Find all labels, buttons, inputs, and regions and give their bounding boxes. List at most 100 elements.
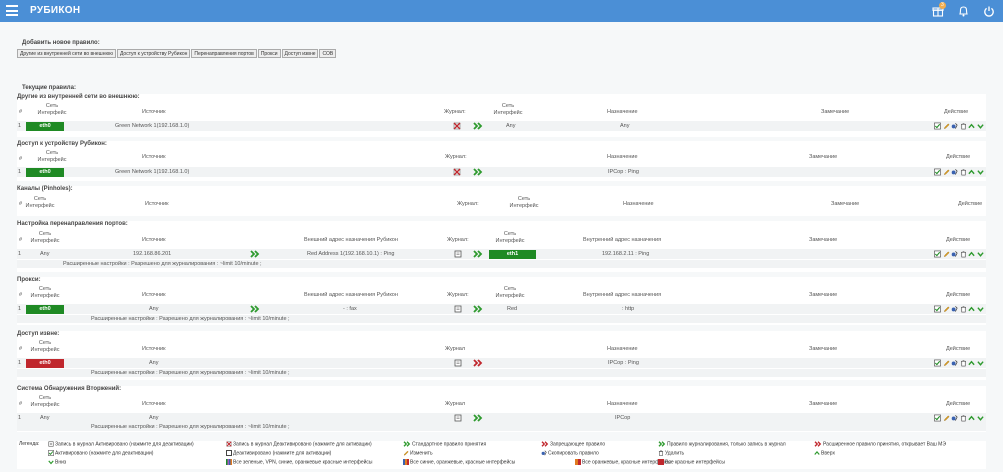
edit-icon[interactable] (943, 250, 950, 258)
log-enabled-icon[interactable] (454, 359, 462, 367)
legend-item: Деактивировано (нажмите для активации) (226, 450, 331, 457)
accept-arrow-icon (250, 250, 260, 258)
delete-icon[interactable] (960, 305, 967, 313)
enable-checkbox-icon[interactable] (934, 250, 941, 258)
row-num: 1 (18, 123, 22, 129)
move-down-icon[interactable] (977, 305, 984, 313)
delete-icon[interactable] (960, 168, 967, 176)
row-int-dst: 192.168.2.11 : Ping (602, 251, 650, 257)
row-actions (934, 250, 984, 258)
copy-icon[interactable] (951, 305, 958, 313)
col-source: Источник (142, 346, 166, 352)
row-source: Green Network 1(192.168.1.0) (115, 123, 190, 129)
move-down-icon[interactable] (977, 122, 984, 130)
enable-checkbox-icon[interactable] (934, 305, 941, 313)
add-outgoing-button[interactable]: Другие из внутренней сети во внешнюю (17, 49, 116, 58)
row-dest: Any (620, 123, 630, 129)
deny-arrow-icon (473, 359, 483, 367)
edit-icon[interactable] (943, 122, 950, 130)
row-actions (934, 414, 984, 422)
enable-checkbox-icon[interactable] (934, 168, 941, 176)
add-proxy-button[interactable]: Прокси (257, 49, 281, 58)
log-enabled-icon[interactable] (454, 250, 462, 258)
table-row: 1 eth0 Green Network 1(192.168.1.0) IPCo… (17, 167, 986, 177)
move-up-icon[interactable] (968, 250, 975, 258)
section-title: Каналы (Pinholes): (17, 186, 73, 192)
edit-icon[interactable] (943, 168, 950, 176)
move-down-icon (48, 459, 54, 465)
col-source: Источник (145, 201, 169, 207)
row-source: Any (149, 360, 159, 366)
edit-icon[interactable] (943, 359, 950, 367)
accept-arrow-icon (403, 441, 411, 447)
log-enabled-icon (48, 441, 54, 447)
move-down-icon[interactable] (977, 414, 984, 422)
all-interfaces-icon (226, 459, 232, 465)
delete-icon[interactable] (960, 250, 967, 258)
section-proxy: Прокси: # Сеть Интерфейс Источник Внешний… (17, 277, 986, 325)
col-iface: Сеть Интерфейс (37, 150, 67, 163)
col-source: Источник (142, 292, 166, 298)
move-up-icon[interactable] (968, 359, 975, 367)
menu-icon[interactable] (6, 5, 18, 16)
col-note: Замечание (809, 237, 838, 243)
legend-item: Запись в журнал Активировано (нажмите дл… (48, 441, 194, 448)
delete-icon[interactable] (960, 122, 967, 130)
deny-arrow-icon (541, 441, 549, 447)
enable-checkbox-icon[interactable] (934, 359, 941, 367)
col-action: Действие (946, 154, 971, 160)
section-title: Настройка перенаправления портов: (17, 221, 128, 227)
move-down-icon[interactable] (977, 359, 984, 367)
copy-icon[interactable] (951, 250, 958, 258)
col-source: Источник (142, 154, 166, 160)
log-disabled-icon[interactable] (453, 122, 461, 130)
delete-icon (658, 450, 664, 456)
legend-item: Вверх (814, 450, 835, 457)
table-row: 1 Any 192.168.86.201 Red Address 1(192.1… (17, 249, 986, 259)
log-disabled-icon[interactable] (453, 168, 461, 176)
edit-icon[interactable] (943, 414, 950, 422)
edit-icon (403, 450, 409, 456)
section-device-access: Доступ к устройству Рубикон: # Сеть Интер… (17, 141, 986, 181)
log-disabled-icon (226, 441, 232, 447)
move-up-icon[interactable] (968, 122, 975, 130)
enable-checkbox-icon[interactable] (934, 122, 941, 130)
notification-badge: 3 (939, 2, 946, 9)
move-up-icon[interactable] (968, 305, 975, 313)
col-note: Замечание (809, 154, 838, 160)
col-note: Замечание (831, 201, 860, 207)
add-device-access-button[interactable]: Доступ к устройству Рубикон (116, 49, 191, 58)
copy-icon[interactable] (951, 359, 958, 367)
section-pinholes: Каналы (Pinholes): # Сеть Интерфейс Источ… (17, 186, 986, 216)
red-interface-icon (658, 459, 664, 465)
row-ext-dst: - : fax (343, 306, 357, 312)
move-down-icon[interactable] (977, 168, 984, 176)
col-action: Действие (946, 292, 971, 298)
row-net: Any (40, 415, 50, 421)
move-down-icon[interactable] (977, 250, 984, 258)
add-external-access-button[interactable]: Доступ извне (281, 49, 319, 58)
power-icon[interactable] (983, 5, 995, 17)
move-up-icon[interactable] (968, 168, 975, 176)
col-journal: Журнал (445, 346, 466, 352)
enable-checkbox-icon[interactable] (934, 414, 941, 422)
edit-icon[interactable] (943, 305, 950, 313)
bell-icon[interactable] (958, 5, 969, 17)
legend-item: Все красные интерфейсы (658, 459, 725, 466)
copy-icon[interactable] (951, 414, 958, 422)
add-port-forward-button[interactable]: Перенаправления портов (191, 49, 257, 58)
delete-icon[interactable] (960, 414, 967, 422)
copy-icon[interactable] (951, 122, 958, 130)
extended-settings: Расширенные настройки : Разрешено для жу… (17, 315, 986, 323)
accept-arrow-icon (473, 168, 483, 176)
legend-item: Правило журналирования, только запись в … (658, 441, 786, 448)
log-enabled-icon[interactable] (454, 305, 462, 313)
col-num: # (19, 292, 23, 298)
add-ids-button[interactable]: СОВ (319, 49, 337, 58)
copy-icon[interactable] (951, 168, 958, 176)
delete-icon[interactable] (960, 359, 967, 367)
col-iface: Сеть Интерфейс (37, 103, 67, 116)
log-enabled-icon[interactable] (454, 414, 462, 422)
move-up-icon[interactable] (968, 414, 975, 422)
col-source: Источник (142, 237, 166, 243)
